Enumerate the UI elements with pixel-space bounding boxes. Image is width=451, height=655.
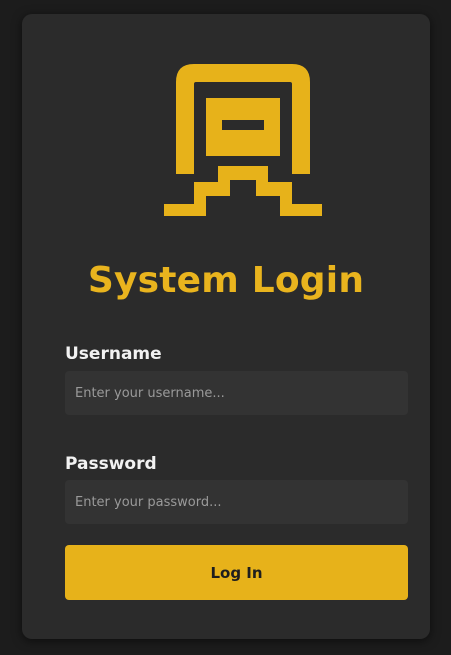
username-input[interactable] xyxy=(65,371,408,415)
login-card: System Login Username Password Log In xyxy=(22,14,430,639)
login-button[interactable]: Log In xyxy=(65,545,408,600)
username-label: Username xyxy=(65,344,162,364)
password-input[interactable] xyxy=(65,480,408,524)
page-title: System Login xyxy=(87,260,365,301)
password-label: Password xyxy=(65,454,157,474)
logo-icon xyxy=(164,64,322,216)
